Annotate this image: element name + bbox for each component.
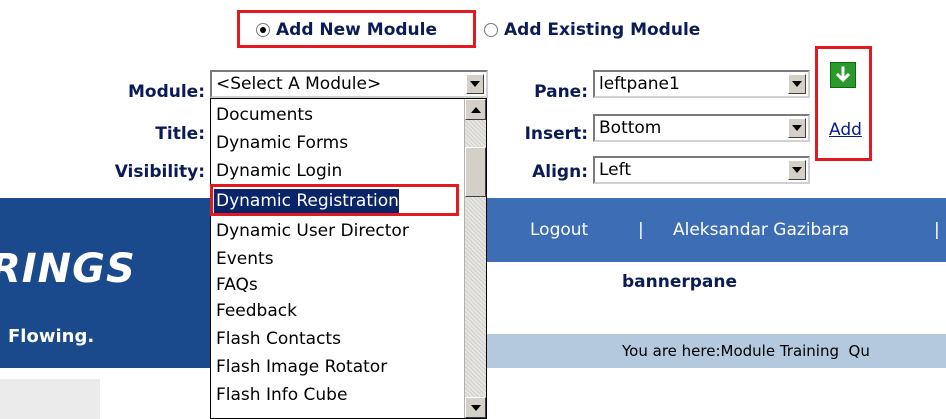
- dropdown-arrow-icon[interactable]: [788, 74, 806, 94]
- tagline-text: Flowing.: [8, 326, 95, 347]
- add-new-module-option[interactable]: Add New Module: [256, 10, 437, 50]
- radio-unselected-icon[interactable]: [484, 23, 498, 37]
- logout-link[interactable]: Logout: [530, 220, 588, 240]
- scroll-thumb[interactable]: [465, 147, 486, 197]
- dropdown-arrow-icon[interactable]: [788, 118, 806, 138]
- scroll-down-icon[interactable]: [465, 397, 486, 418]
- align-select-value: Left: [599, 160, 631, 180]
- add-new-module-label: Add New Module: [276, 20, 438, 40]
- module-select-value: <Select A Module>: [216, 74, 382, 94]
- list-item[interactable]: Flash Contacts: [214, 327, 341, 351]
- radio-selected-icon[interactable]: [256, 23, 270, 37]
- scroll-up-icon[interactable]: [465, 99, 486, 120]
- list-item[interactable]: Events: [214, 247, 274, 271]
- add-arrow-icon[interactable]: [830, 62, 856, 88]
- dropdown-scrollbar[interactable]: [464, 99, 486, 418]
- logo-text: RINGS: [0, 246, 136, 292]
- insert-select-value: Bottom: [599, 118, 662, 138]
- list-item[interactable]: Dynamic Login: [214, 159, 342, 183]
- list-item[interactable]: FAQs: [214, 273, 258, 297]
- nav-separator: |: [934, 220, 940, 240]
- add-existing-module-label: Add Existing Module: [504, 20, 701, 40]
- module-dropdown-list[interactable]: Documents Dynamic Forms Dynamic Login Dy…: [210, 98, 487, 419]
- add-link[interactable]: Add: [829, 120, 862, 140]
- left-sidebar-block: [0, 379, 100, 419]
- pane-label: Pane:: [534, 82, 588, 102]
- align-label: Align:: [532, 162, 588, 182]
- user-name-link[interactable]: Aleksandar Gazibara: [673, 220, 849, 240]
- pane-select[interactable]: leftpane1: [593, 70, 810, 98]
- list-item[interactable]: Dynamic Forms: [214, 131, 348, 155]
- selected-option-highlight: [210, 184, 459, 216]
- breadcrumb: You are here:Module Training Qu: [622, 342, 870, 360]
- list-item[interactable]: Flash Info Cube: [214, 383, 347, 407]
- module-select[interactable]: <Select A Module>: [210, 70, 488, 98]
- bannerpane-label: bannerpane: [622, 272, 738, 292]
- pane-select-value: leftpane1: [599, 74, 680, 94]
- list-item[interactable]: Flash Image Rotator: [214, 355, 387, 379]
- list-item[interactable]: Feedback: [214, 299, 297, 323]
- dropdown-arrow-icon[interactable]: [466, 74, 484, 94]
- add-existing-module-option[interactable]: Add Existing Module: [484, 10, 700, 50]
- title-label: Title:: [155, 124, 205, 144]
- dropdown-arrow-icon[interactable]: [788, 160, 806, 180]
- insert-label: Insert:: [524, 124, 588, 144]
- module-label: Module:: [127, 82, 205, 102]
- insert-select[interactable]: Bottom: [593, 114, 810, 142]
- list-item[interactable]: Dynamic User Director: [214, 219, 409, 243]
- list-item[interactable]: Documents: [214, 103, 313, 127]
- nav-separator: |: [638, 220, 644, 240]
- visibility-label: Visibility:: [114, 162, 205, 182]
- align-select[interactable]: Left: [593, 156, 810, 184]
